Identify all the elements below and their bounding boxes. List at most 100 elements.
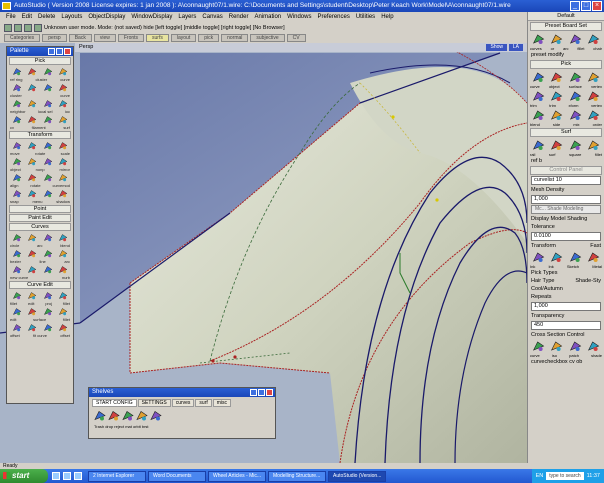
palette-tool-icon[interactable] bbox=[56, 291, 70, 300]
palette-tool-icon[interactable] bbox=[25, 291, 39, 300]
pick-tool-icon[interactable] bbox=[567, 71, 584, 83]
palette-tool-icon[interactable] bbox=[10, 307, 24, 316]
palette-tool-icon[interactable] bbox=[25, 99, 39, 108]
palette-tool-icon[interactable] bbox=[25, 307, 39, 316]
shelf-tab-subjective[interactable]: subjective bbox=[250, 34, 285, 42]
cross-section-toggle[interactable]: Cross Section Control bbox=[528, 331, 604, 339]
palette-tool-icon[interactable] bbox=[41, 173, 55, 182]
palette-section-curve-edit[interactable]: Curve Edit bbox=[9, 281, 71, 289]
panel-tool-icon[interactable] bbox=[585, 33, 602, 45]
palette-tool-icon[interactable] bbox=[56, 115, 70, 124]
menu-item-windowdisplay[interactable]: WindowDisplay bbox=[131, 12, 172, 22]
control-point[interactable] bbox=[233, 355, 237, 359]
taskbar-item[interactable]: 2 Internet Explorer bbox=[88, 470, 146, 482]
palette-tool-icon[interactable] bbox=[41, 249, 55, 258]
palette-tool-icon[interactable] bbox=[10, 67, 24, 76]
panel-tool-icon[interactable] bbox=[530, 139, 547, 151]
maximize-button[interactable]: □ bbox=[581, 1, 591, 11]
desktop-icon[interactable] bbox=[74, 472, 82, 480]
palette-tool-icon[interactable] bbox=[25, 83, 39, 92]
palette-minimize-button[interactable] bbox=[48, 48, 55, 55]
menu-item-file[interactable]: File bbox=[6, 12, 16, 22]
taskbar-item[interactable]: Wheel Articles - Mic... bbox=[208, 470, 266, 482]
model-display-button[interactable]: Mc... Shade Modeling bbox=[531, 205, 601, 214]
shelf-tab-view[interactable]: view bbox=[93, 34, 116, 42]
paint-icon[interactable] bbox=[108, 409, 120, 422]
show-button[interactable]: Show bbox=[486, 44, 507, 51]
palette-tool-icon[interactable] bbox=[56, 307, 70, 316]
shelf-tab-pick[interactable]: pick bbox=[198, 34, 220, 42]
palette-tool-icon[interactable] bbox=[25, 67, 39, 76]
select-tool-icon[interactable] bbox=[4, 23, 12, 32]
palette-tool-icon[interactable] bbox=[25, 323, 39, 332]
palette-tool-icon[interactable] bbox=[41, 115, 55, 124]
layer-icon[interactable] bbox=[34, 23, 42, 32]
panel-tool-icon[interactable] bbox=[548, 251, 565, 263]
palette-tool-icon[interactable] bbox=[10, 141, 24, 150]
menu-item-render[interactable]: Render bbox=[229, 12, 249, 22]
pick-tool-icon[interactable] bbox=[548, 90, 565, 102]
shelves-tab-start-config[interactable]: START CONFIG bbox=[92, 399, 137, 407]
shelves-tab-misc[interactable]: misc bbox=[212, 399, 232, 407]
panel-tool-icon[interactable] bbox=[548, 340, 565, 352]
palette-tool-icon[interactable] bbox=[56, 233, 70, 242]
shelves-maximize-button[interactable] bbox=[258, 389, 265, 396]
repeats-input[interactable]: 1,000 bbox=[531, 302, 601, 311]
panel-tool-icon[interactable] bbox=[585, 251, 602, 263]
transform-speed[interactable]: Fast bbox=[590, 242, 601, 250]
menu-item-help[interactable]: Help bbox=[381, 12, 393, 22]
palette-tool-icon[interactable] bbox=[10, 99, 24, 108]
shade-style-label[interactable]: Shade-Sty bbox=[575, 277, 601, 285]
menu-item-preferences[interactable]: Preferences bbox=[317, 12, 349, 22]
la-button[interactable]: LA bbox=[508, 44, 523, 51]
menu-item-utilities[interactable]: Utilities bbox=[356, 12, 375, 22]
panel-tool-icon[interactable] bbox=[567, 251, 584, 263]
palette-tool-icon[interactable] bbox=[10, 249, 24, 258]
pick-section[interactable]: Pick bbox=[530, 60, 602, 69]
shelf-tab-cv[interactable]: CV bbox=[286, 34, 306, 42]
menu-item-canvas[interactable]: Canvas bbox=[202, 12, 222, 22]
display-model-toggle[interactable]: Display Model Shading bbox=[528, 215, 604, 223]
shelves-tab-curves[interactable]: curves bbox=[171, 399, 195, 407]
ie-icon[interactable] bbox=[52, 472, 60, 480]
hair-type-label[interactable]: Hair Type bbox=[531, 277, 554, 285]
shelves-tab-settings[interactable]: SETTINGS bbox=[137, 399, 171, 407]
palette-tool-icon[interactable] bbox=[10, 265, 24, 274]
graph-icon[interactable] bbox=[122, 409, 134, 422]
pick-tool-icon[interactable] bbox=[567, 90, 584, 102]
menu-item-delete[interactable]: Delete bbox=[38, 12, 55, 22]
pick-tool-icon[interactable] bbox=[585, 90, 602, 102]
palette-tool-icon[interactable] bbox=[56, 67, 70, 76]
panel-tool-icon[interactable] bbox=[530, 33, 547, 45]
palette-tool-icon[interactable] bbox=[41, 157, 55, 166]
palette-tool-icon[interactable] bbox=[41, 141, 55, 150]
palette-section-transform[interactable]: Transform bbox=[9, 131, 71, 139]
palette-tool-icon[interactable] bbox=[56, 249, 70, 258]
trash-icon[interactable] bbox=[94, 409, 106, 422]
pick-tool-icon[interactable] bbox=[530, 71, 547, 83]
pick-tool-icon[interactable] bbox=[530, 90, 547, 102]
palette-tool-icon[interactable] bbox=[10, 173, 24, 182]
control-point[interactable] bbox=[435, 198, 439, 202]
palette-tool-icon[interactable] bbox=[25, 141, 39, 150]
language-indicator[interactable]: EN bbox=[536, 473, 544, 479]
palette-tool-icon[interactable] bbox=[56, 99, 70, 108]
shelf-tab-layout[interactable]: layout bbox=[170, 34, 197, 42]
shelf-tab-fronts[interactable]: Fronts bbox=[117, 34, 145, 42]
palette-tool-icon[interactable] bbox=[41, 291, 55, 300]
palette-tool-icon[interactable] bbox=[10, 83, 24, 92]
palette-close-button[interactable] bbox=[64, 48, 71, 55]
palette-tool-icon[interactable] bbox=[10, 233, 24, 242]
menu-item-layers[interactable]: Layers bbox=[178, 12, 196, 22]
palette-tool-icon[interactable] bbox=[25, 157, 39, 166]
pick-tool-icon[interactable] bbox=[548, 109, 565, 121]
redo-icon[interactable] bbox=[24, 23, 32, 32]
palette-tool-icon[interactable] bbox=[41, 189, 55, 198]
shelves-minimize-button[interactable] bbox=[250, 389, 257, 396]
palette-tool-icon[interactable] bbox=[10, 323, 24, 332]
surf-section[interactable]: Surf bbox=[530, 128, 602, 137]
shelves-close-button[interactable] bbox=[266, 389, 273, 396]
pick-tool-icon[interactable] bbox=[567, 109, 584, 121]
shelf-tab-normal[interactable]: normal bbox=[221, 34, 249, 42]
palette-tool-icon[interactable] bbox=[56, 83, 70, 92]
